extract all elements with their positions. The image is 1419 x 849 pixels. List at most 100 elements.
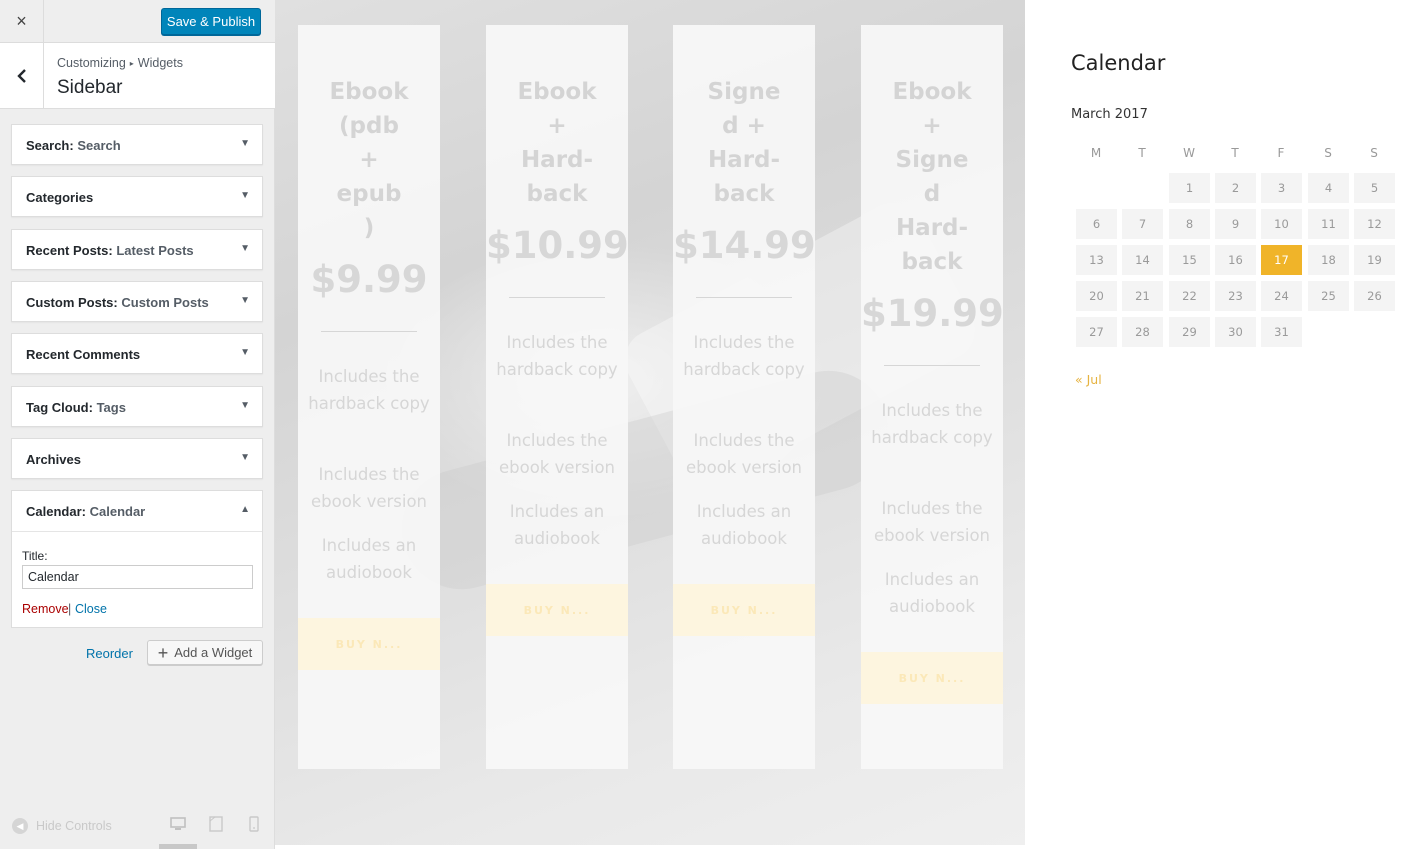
widget-subtitle: Tags [96,400,126,415]
calendar-widget-preview: Calendar March 2017 M T W T F S S 1 2 3 4 5 6 7 8 9 10 11… [1025,0,1419,849]
calendar-day: 31 [1261,317,1302,347]
calendar-day: 13 [1076,245,1117,275]
weekday-header: M [1090,146,1102,160]
calendar-day: 4 [1308,173,1349,203]
widget-subtitle: Calendar [89,504,146,519]
title-line: (pdb [339,113,399,139]
feature-item: Includes the ebook version [873,499,991,545]
close-link[interactable]: Close [75,602,107,616]
close-icon: × [16,11,27,31]
buy-now-button[interactable]: BUY N... [298,618,440,670]
calendar-day: 27 [1076,317,1117,347]
divider [509,297,605,298]
title-line: ) [363,215,375,241]
widget-name: Archives [26,452,81,467]
customizer-footer: ◀ Hide Controls [0,806,275,849]
widget-name: Categories [26,190,94,205]
close-customizer-button[interactable]: × [0,0,44,43]
widget-custom-posts[interactable]: Custom Posts: Custom Posts ▼ [11,281,263,322]
feature-item: Includes an audiobook [509,502,605,548]
widget-archives[interactable]: Archives ▼ [11,438,263,479]
desktop-preview-icon[interactable] [170,816,186,832]
title-line: Hard- [520,147,594,173]
calendar-day: 23 [1215,281,1256,311]
pricing-card-price: $14.99 [673,224,816,267]
calendar-day: 15 [1169,245,1210,275]
calendar-day: 16 [1215,245,1256,275]
buy-now-button[interactable]: BUY N... [486,584,628,636]
title-line: + [922,113,942,139]
calendar-prev-month-link[interactable]: « Jul [1075,372,1102,387]
title-line: epub [336,181,402,207]
hide-controls-label: Hide Controls [36,819,112,833]
feature-item: Includes the ebook version [498,431,616,477]
mobile-preview-icon[interactable] [249,816,259,832]
calendar-day: 9 [1215,209,1256,239]
pricing-card: Ebook + Signe d Hard- back $19.99 Includ… [861,25,1004,769]
buy-now-button[interactable]: BUY N... [673,584,815,636]
breadcrumb-separator-icon: ▸ [129,59,134,68]
feature-item: Includes the hardback copy [496,333,618,379]
calendar-day-today: 17 [1261,245,1302,275]
divider [884,365,980,366]
title-line: Signe [895,147,969,173]
breadcrumb-current: Widgets [137,56,183,70]
feature-item: Includes an audiobook [321,536,417,582]
calendar-day: 30 [1215,317,1256,347]
active-device-indicator [159,844,197,849]
add-widget-label: Add a Widget [174,645,253,660]
widget-recent-posts[interactable]: Recent Posts: Latest Posts ▼ [11,229,263,270]
widget-search[interactable]: Search: Search ▼ [11,124,263,165]
title-input[interactable] [22,565,253,589]
breadcrumb-root: Customizing [57,56,126,70]
save-publish-button[interactable]: Save & Publish [161,8,261,35]
widget-calendar-header[interactable]: Calendar: Calendar ▲ [12,491,262,532]
calendar-day: 14 [1122,245,1163,275]
widget-title: Calendar: Calendar [26,504,146,519]
calendar-day: 6 [1076,209,1117,239]
collapse-arrow-icon: ◀ [12,818,28,834]
title-line: back [713,181,775,207]
hide-controls-button[interactable]: ◀ Hide Controls [12,818,112,834]
title-line: + [547,113,567,139]
weekday-header: S [1324,146,1332,160]
calendar-day: 2 [1215,173,1256,203]
buy-now-button[interactable]: BUY N... [861,652,1003,704]
customizer-header: × Save & Publish [0,0,275,43]
widget-categories[interactable]: Categories ▼ [11,176,263,217]
pricing-card-price: $19.99 [861,292,1004,335]
pricing-hero-background: Ebook (pdb + epub ) $9.99 Includes the h… [275,0,1025,845]
back-button[interactable] [0,43,44,109]
caret-down-icon: ▼ [240,190,250,201]
title-line: d + [722,113,766,139]
title-line: Signe [707,79,781,105]
calendar-day: 1 [1169,173,1210,203]
remove-link[interactable]: Remove [22,602,69,616]
add-widget-button[interactable]: + Add a Widget [147,640,263,665]
calendar-day: 19 [1354,245,1395,275]
widget-tag-cloud[interactable]: Tag Cloud: Tags ▼ [11,386,263,427]
widget-name: Search [26,138,70,153]
plus-icon: + [157,642,169,663]
feature-item: Includes the hardback copy [308,367,430,413]
widget-name: Recent Posts [26,243,109,258]
title-line: back [901,249,963,275]
tablet-preview-icon[interactable] [209,816,223,832]
chevron-left-icon [16,69,26,83]
widget-name: Calendar [26,504,82,519]
calendar-day: 22 [1169,281,1210,311]
calendar-day: 12 [1354,209,1395,239]
title-line: d [923,181,941,207]
reorder-link[interactable]: Reorder [86,646,133,661]
widget-recent-comments[interactable]: Recent Comments ▼ [11,333,263,374]
calendar-day: 10 [1261,209,1302,239]
calendar-day: 5 [1354,173,1395,203]
pricing-card-price: $10.99 [486,224,629,267]
widget-subtitle: Custom Posts [121,295,209,310]
caret-down-icon: ▼ [240,452,250,463]
divider [321,331,417,332]
title-line: Hard- [707,147,781,173]
calendar-month: March 2017 [1071,107,1148,122]
title-line: Ebook [517,79,597,105]
weekday-header: F [1277,146,1285,160]
